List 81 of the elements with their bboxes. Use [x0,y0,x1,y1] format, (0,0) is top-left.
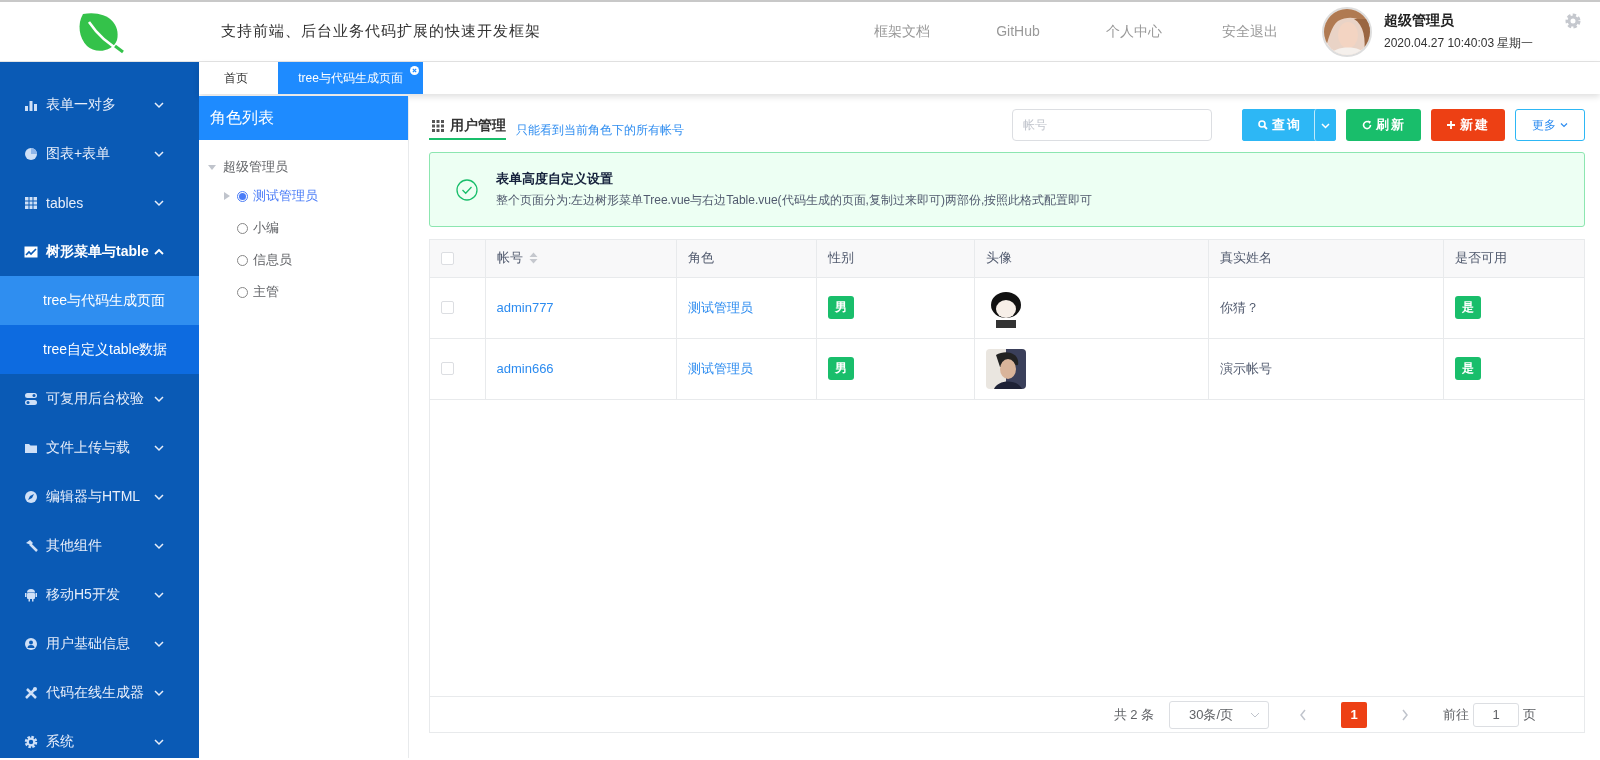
settings-icon [1564,12,1582,30]
toggle-icon [24,391,38,406]
chevron-down-icon [1321,120,1330,130]
checkbox[interactable] [441,362,454,375]
more-button[interactable]: 更多 [1515,109,1585,141]
page-size-select[interactable]: 30条/页 [1169,700,1269,729]
create-button[interactable]: 新建 [1431,109,1505,141]
close-icon[interactable] [410,66,419,75]
tools-icon [24,685,38,700]
column-header[interactable]: 头像 [985,249,1012,268]
hammer-icon [24,538,38,553]
chevron-left-icon [1299,708,1307,721]
column-header[interactable]: 是否可用 [1454,249,1507,268]
dropdown-button[interactable] [1314,109,1336,141]
submenu-item[interactable]: tree自定义table数据 [0,325,199,374]
alert-title: 表单高度自定义设置 [496,170,614,188]
role-link[interactable]: 测试管理员 [687,360,753,376]
page-suffix: 页 [1523,705,1536,724]
column-header[interactable]: 性别 [827,249,854,268]
menu-item[interactable]: 编辑器与HTML [0,472,199,521]
search-field[interactable]: 帐号 [1012,109,1212,141]
table-cell: 演示帐号 [1219,360,1272,376]
tree-node[interactable]: 信息员 [253,251,292,269]
refresh-icon [1361,120,1372,130]
goto-label: 前往 [1443,705,1469,724]
column-header[interactable]: 角色 [687,249,714,268]
robot-icon [24,587,38,602]
menu-item[interactable]: 文件上传与载 [0,423,199,472]
pie-chart-icon [24,146,38,161]
submenu-item[interactable]: tree与代码生成页面 [0,276,199,325]
line-chart-icon [24,244,38,259]
settings-icon [24,734,38,749]
menu-item[interactable]: 可复用后台校验 [0,374,199,423]
tab[interactable]: 首页 [199,62,273,94]
account-link[interactable]: admin666 [496,361,554,376]
gender-tag: 男 [827,357,854,380]
gender-tag: 男 [827,296,854,319]
grid-icon [24,195,38,210]
chevron-right-icon [1401,708,1409,721]
total-count: 共 2 条 [1113,705,1154,724]
tree-node[interactable]: 超级管理员 [223,158,288,176]
checkbox[interactable] [441,251,454,265]
menu-item[interactable]: 代码在线生成器 [0,668,199,717]
role-link[interactable]: 测试管理员 [687,299,753,315]
page-button[interactable]: 1 [1341,701,1367,728]
tagline: 支持前端、后台业务代码扩展的快速开发框架 [221,22,542,41]
page-input[interactable]: 1 [1473,702,1519,727]
menu-item[interactable]: 树形菜单与table [0,227,199,276]
menu-item[interactable]: 表单一对多 [0,80,199,129]
account-link[interactable]: admin777 [496,300,554,315]
column-header[interactable]: 帐号 [496,249,538,268]
menu-item[interactable]: 系统 [0,717,199,758]
section-title-text: 用户管理 [450,116,506,135]
tab[interactable]: tree与代码生成页面 [278,62,423,94]
menu-item[interactable]: 图表+表单 [0,129,199,178]
chevron-down-icon [1560,121,1568,129]
tree-node[interactable]: 测试管理员 [253,187,318,205]
menu-item[interactable]: 其他组件 [0,521,199,570]
plus-icon [1446,120,1456,130]
check-circle-icon [456,178,478,201]
date-time: 2020.04.27 10:40:03 星期一 [1384,34,1535,52]
caret-right-icon [223,191,231,201]
column-header[interactable]: 真实姓名 [1219,249,1272,268]
status-tag: 是 [1454,296,1481,319]
menu-item[interactable]: tables [0,178,199,227]
search-icon [1258,120,1268,130]
checkbox[interactable] [441,301,454,314]
menu-item[interactable]: 用户基础信息 [0,619,199,668]
alert-message: 整个页面分为:左边树形菜单Tree.vue与右边Table.vue(代码生成的页面,复制过来即可)两部份,按照此格式配置即可 [496,192,1093,209]
compass-icon [24,489,38,504]
status-tag: 是 [1454,357,1481,380]
menu-item[interactable]: 移动H5开发 [0,570,199,619]
hint-text: 只能看到当前角色下的所有帐号 [516,121,685,139]
user-name: 超级管理员 [1384,11,1455,30]
panel-title: 角色列表 [199,96,408,140]
sort-icon [528,252,538,265]
table-cell: 你猜？ [1219,299,1259,315]
grid-icon [432,119,444,132]
tree-node[interactable]: 主管 [253,283,279,301]
tree-node[interactable]: 小编 [253,219,279,237]
user-icon [24,636,38,651]
